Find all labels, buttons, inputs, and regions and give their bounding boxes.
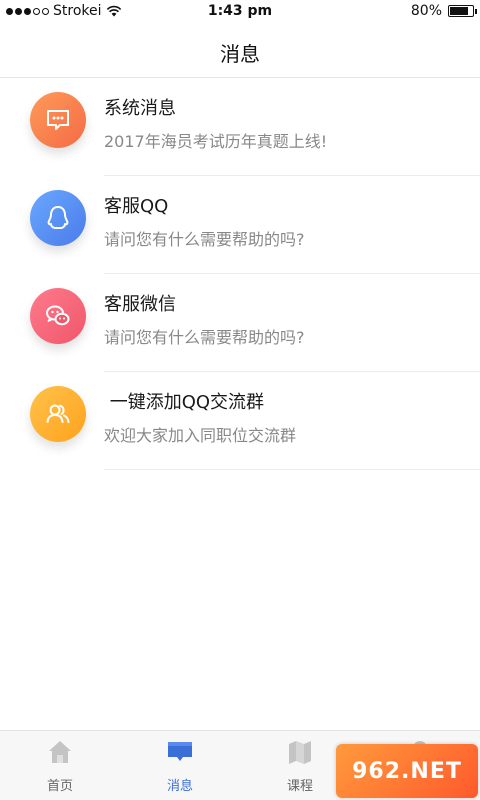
avatar xyxy=(30,92,86,148)
list-item-customer-service-qq[interactable]: 客服QQ 请问您有什么需要帮助的吗? xyxy=(0,176,480,274)
avatar xyxy=(30,288,86,344)
list-item-subtitle: 欢迎大家加入同职位交流群 xyxy=(104,426,297,445)
page-title: 消息 xyxy=(220,42,260,66)
divider xyxy=(104,469,480,470)
qq-penguin-icon xyxy=(47,206,69,229)
list-item-title: 客服微信 xyxy=(104,294,176,315)
navigation-bar: 消息 xyxy=(0,24,480,78)
status-right: 80% xyxy=(410,3,477,19)
list-item-subtitle: 2017年海员考试历年真题上线! xyxy=(104,132,328,151)
avatar xyxy=(30,190,86,246)
home-icon xyxy=(49,741,71,763)
chat-bubble-icon xyxy=(47,110,69,130)
message-list: 系统消息 2017年海员考试历年真题上线! 客服QQ 请问您有什么需要帮助的吗? xyxy=(0,78,480,470)
app-screen: Strokei 1:43 pm 80% 消息 系统消息 2017年海员考试历年真… xyxy=(0,0,480,800)
wechat-icon xyxy=(46,305,70,326)
list-item-join-qq-group[interactable]: 一键添加QQ交流群 欢迎大家加入同职位交流群 xyxy=(0,372,480,470)
group-users-icon xyxy=(46,404,70,423)
list-item-title: 一键添加QQ交流群 xyxy=(104,392,265,413)
battery-icon xyxy=(448,5,477,17)
tab-messages[interactable]: 消息 xyxy=(120,731,240,800)
list-item-title: 系统消息 xyxy=(104,98,176,119)
message-icon xyxy=(168,742,192,761)
status-bar: Strokei 1:43 pm 80% xyxy=(0,0,480,24)
watermark-logo: 962.NET xyxy=(336,744,478,798)
list-item-system-message[interactable]: 系统消息 2017年海员考试历年真题上线! xyxy=(0,78,480,176)
tab-label: 首页 xyxy=(46,779,73,794)
list-item-subtitle: 请问您有什么需要帮助的吗? xyxy=(104,328,305,347)
tab-label: 消息 xyxy=(166,779,193,794)
list-item-customer-service-wechat[interactable]: 客服微信 请问您有什么需要帮助的吗? xyxy=(0,274,480,372)
avatar xyxy=(30,386,86,442)
list-item-title: 客服QQ xyxy=(104,196,169,217)
battery-percent: 80% xyxy=(410,3,442,19)
tab-home[interactable]: 首页 xyxy=(0,731,120,800)
book-icon xyxy=(289,741,311,764)
list-item-subtitle: 请问您有什么需要帮助的吗? xyxy=(104,230,305,249)
watermark-text: 962.NET xyxy=(352,758,462,784)
status-time: 1:43 pm xyxy=(207,3,273,19)
